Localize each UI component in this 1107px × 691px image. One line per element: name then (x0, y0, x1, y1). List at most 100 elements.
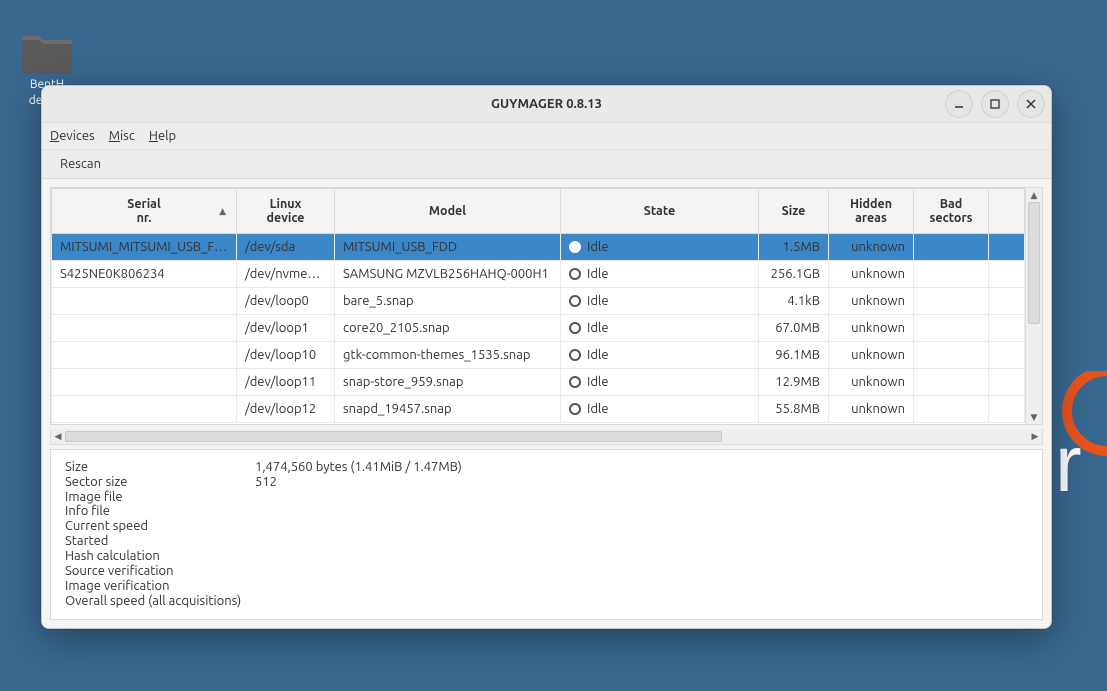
cell-size: 96.1MB (759, 342, 829, 369)
cell-model: SAMSUNG MZVLB256HAHQ-000H1 (335, 261, 561, 288)
table-row[interactable]: S425NE0K806234/dev/nvme0n1SAMSUNG MZVLB2… (52, 261, 1025, 288)
cell-extra (989, 288, 1025, 315)
scroll-down-icon[interactable]: ▼ (1026, 410, 1042, 424)
scroll-left-icon[interactable]: ◀ (51, 431, 65, 442)
scroll-right-icon[interactable]: ▶ (1028, 431, 1042, 442)
table-row[interactable]: /dev/loop12snapd_19457.snapIdle55.8MBunk… (52, 396, 1025, 423)
cell-hidden: unknown (829, 396, 914, 423)
idle-state-icon (569, 268, 581, 280)
maximize-button[interactable] (981, 90, 1009, 118)
detail-hash: Hash calculation (65, 549, 1028, 564)
cell-model: MITSUMI_USB_FDD (335, 234, 561, 261)
menubar: Devices Misc Help (42, 123, 1051, 150)
cell-size: 12.9MB (759, 369, 829, 396)
hscroll-track[interactable] (65, 429, 1028, 444)
detail-started: Started (65, 534, 1028, 549)
cell-size: 1.5MB (759, 234, 829, 261)
header-bad[interactable]: Bad sectors (914, 189, 989, 234)
table-row[interactable]: /dev/loop11snap-store_959.snapIdle12.9MB… (52, 369, 1025, 396)
cell-size: 256.1GB (759, 261, 829, 288)
header-state[interactable]: State (561, 189, 759, 234)
cell-size: 55.8MB (759, 396, 829, 423)
cell-linux: /dev/loop11 (237, 369, 335, 396)
cell-bad (914, 234, 989, 261)
idle-state-icon (569, 349, 581, 361)
cell-serial (52, 369, 237, 396)
detail-panel: Size 1,474,560 bytes (1.41MiB / 1.47MB) … (50, 449, 1043, 620)
detail-imgver: Image verification (65, 579, 1028, 594)
table-row[interactable]: /dev/loop1core20_2105.snapIdle67.0MBunkn… (52, 315, 1025, 342)
header-size[interactable]: Size (759, 189, 829, 234)
idle-state-icon (569, 241, 581, 253)
cell-hidden: unknown (829, 288, 914, 315)
titlebar[interactable]: GUYMAGER 0.8.13 (42, 86, 1051, 123)
cell-extra (989, 261, 1025, 288)
menu-devices[interactable]: Devices (50, 129, 95, 143)
cell-extra (989, 369, 1025, 396)
cell-model: bare_5.snap (335, 288, 561, 315)
state-text: Idle (587, 348, 609, 362)
table-header-row: Serial nr.▲ Linux device Model State Siz… (52, 189, 1025, 234)
cell-bad (914, 396, 989, 423)
menu-help[interactable]: Help (149, 129, 176, 143)
state-text: Idle (587, 294, 609, 308)
rescan-button[interactable]: Rescan (50, 155, 111, 173)
header-linux[interactable]: Linux device (237, 189, 335, 234)
vscroll-track[interactable] (1026, 202, 1042, 410)
vscroll-thumb[interactable] (1028, 202, 1040, 324)
header-hidden[interactable]: Hidden areas (829, 189, 914, 234)
detail-info: Info file (65, 504, 1028, 519)
cell-model: gtk-common-themes_1535.snap (335, 342, 561, 369)
cell-state: Idle (561, 396, 759, 423)
detail-speed: Current speed (65, 519, 1028, 534)
minimize-button[interactable] (945, 90, 973, 118)
cell-linux: /dev/sda (237, 234, 335, 261)
horizontal-scrollbar[interactable]: ◀ ▶ (50, 429, 1043, 445)
cell-serial: MITSUMI_MITSUMI_USB_FDD (52, 234, 237, 261)
table-row[interactable]: MITSUMI_MITSUMI_USB_FDD/dev/sdaMITSUMI_U… (52, 234, 1025, 261)
cell-linux: /dev/loop1 (237, 315, 335, 342)
cell-state: Idle (561, 234, 759, 261)
cell-linux: /dev/nvme0n1 (237, 261, 335, 288)
window-title: GUYMAGER 0.8.13 (491, 97, 602, 111)
header-extra[interactable] (989, 189, 1025, 234)
cell-hidden: unknown (829, 261, 914, 288)
hscroll-thumb[interactable] (65, 431, 722, 442)
cell-state: Idle (561, 261, 759, 288)
detail-sector: Sector size 512 (65, 475, 1028, 490)
cell-serial (52, 396, 237, 423)
state-text: Idle (587, 402, 609, 416)
vertical-scrollbar[interactable]: ▲ ▼ (1025, 188, 1042, 424)
idle-state-icon (569, 376, 581, 388)
scroll-up-icon[interactable]: ▲ (1026, 188, 1042, 202)
state-text: Idle (587, 240, 609, 254)
cell-bad (914, 315, 989, 342)
detail-size: Size 1,474,560 bytes (1.41MiB / 1.47MB) (65, 460, 1028, 475)
device-table-container: Serial nr.▲ Linux device Model State Siz… (50, 187, 1043, 425)
cell-hidden: unknown (829, 369, 914, 396)
cell-state: Idle (561, 288, 759, 315)
detail-overall: Overall speed (all acquisitions) (65, 594, 1028, 609)
cell-serial (52, 342, 237, 369)
header-model[interactable]: Model (335, 189, 561, 234)
header-serial[interactable]: Serial nr.▲ (52, 189, 237, 234)
detail-image: Image file (65, 490, 1028, 505)
menu-misc[interactable]: Misc (109, 129, 135, 143)
cell-bad (914, 369, 989, 396)
toolbar: Rescan (42, 150, 1051, 179)
cell-hidden: unknown (829, 234, 914, 261)
cell-linux: /dev/loop10 (237, 342, 335, 369)
idle-state-icon (569, 403, 581, 415)
close-button[interactable] (1017, 90, 1045, 118)
cell-extra (989, 342, 1025, 369)
cell-extra (989, 234, 1025, 261)
sort-indicator-icon: ▲ (219, 204, 226, 218)
detail-srcver: Source verification (65, 564, 1028, 579)
desktop: BentH de4Lib r GUYMAGER 0.8.13 Device (0, 0, 1107, 691)
minimize-icon (953, 98, 965, 110)
cell-bad (914, 288, 989, 315)
table-row[interactable]: /dev/loop10gtk-common-themes_1535.snap Id… (52, 342, 1025, 369)
state-text: Idle (587, 375, 609, 389)
table-row[interactable]: /dev/loop0bare_5.snapIdle4.1kBunknown (52, 288, 1025, 315)
svg-text:r: r (1055, 419, 1082, 491)
